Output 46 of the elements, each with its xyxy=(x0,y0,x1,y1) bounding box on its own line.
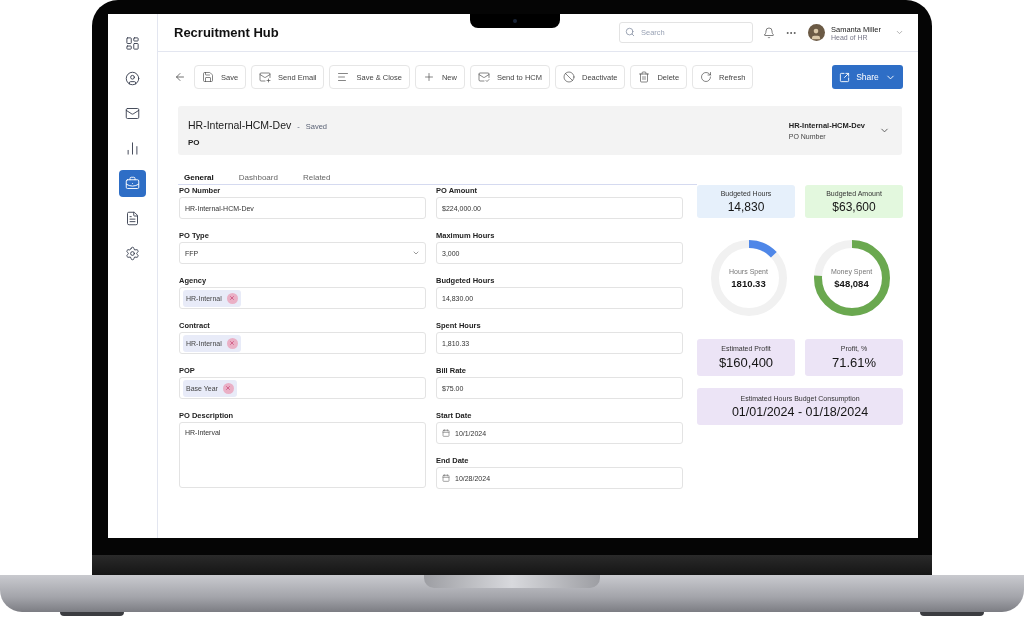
ban-icon xyxy=(562,71,575,83)
record-type: PO xyxy=(188,137,201,147)
stat-value: 71.61% xyxy=(831,355,877,370)
chevron-down-icon xyxy=(412,249,420,257)
bar-chart-icon xyxy=(125,141,140,156)
stat-value: $63,600 xyxy=(832,199,876,214)
x-icon xyxy=(225,385,232,391)
meter-value: 1810.33 xyxy=(731,277,766,289)
settings-icon xyxy=(125,246,140,261)
calendar-icon xyxy=(442,429,450,437)
laptop-foot xyxy=(60,612,124,616)
bell-icon[interactable] xyxy=(762,26,775,39)
record-name: HR-Internal-HCM-Dev xyxy=(188,118,292,131)
search-icon xyxy=(624,27,635,37)
remove-tag-button[interactable] xyxy=(226,337,238,349)
avatar[interactable] xyxy=(807,24,825,41)
stat-value: 01/01/2024 - 01/18/2024 xyxy=(731,404,869,419)
plus-icon xyxy=(422,71,435,83)
x-icon xyxy=(229,295,236,301)
trash-icon xyxy=(638,71,651,83)
tab[interactable]: General xyxy=(178,173,220,184)
tab[interactable]: Dashboard xyxy=(232,173,284,184)
mail-check-icon xyxy=(477,71,490,83)
briefcase-icon xyxy=(125,176,140,191)
back-button[interactable] xyxy=(174,71,186,83)
document-icon xyxy=(125,211,140,226)
remove-tag-button[interactable] xyxy=(222,382,234,394)
stat-value: 14,830 xyxy=(727,199,765,214)
stat-value: $160,400 xyxy=(718,355,774,370)
page-title: Recruitment Hub xyxy=(174,25,279,40)
x-icon xyxy=(229,340,236,346)
share-icon xyxy=(839,71,851,83)
remove-tag-button[interactable] xyxy=(226,292,238,304)
mail-plus-icon xyxy=(259,71,272,83)
mail-icon xyxy=(125,106,140,121)
lines-icon xyxy=(337,71,350,83)
user-icon xyxy=(125,71,140,86)
laptop-foot xyxy=(920,612,984,616)
tab[interactable]: Related xyxy=(296,173,337,184)
refresh-icon xyxy=(700,71,713,83)
meter-value: $48,084 xyxy=(834,277,869,289)
dashboard-icon xyxy=(125,36,140,51)
sidebar-item[interactable] xyxy=(119,170,146,197)
share-button[interactable]: Share xyxy=(832,65,903,89)
floppy-icon xyxy=(202,71,214,83)
calendar-icon xyxy=(442,474,450,482)
